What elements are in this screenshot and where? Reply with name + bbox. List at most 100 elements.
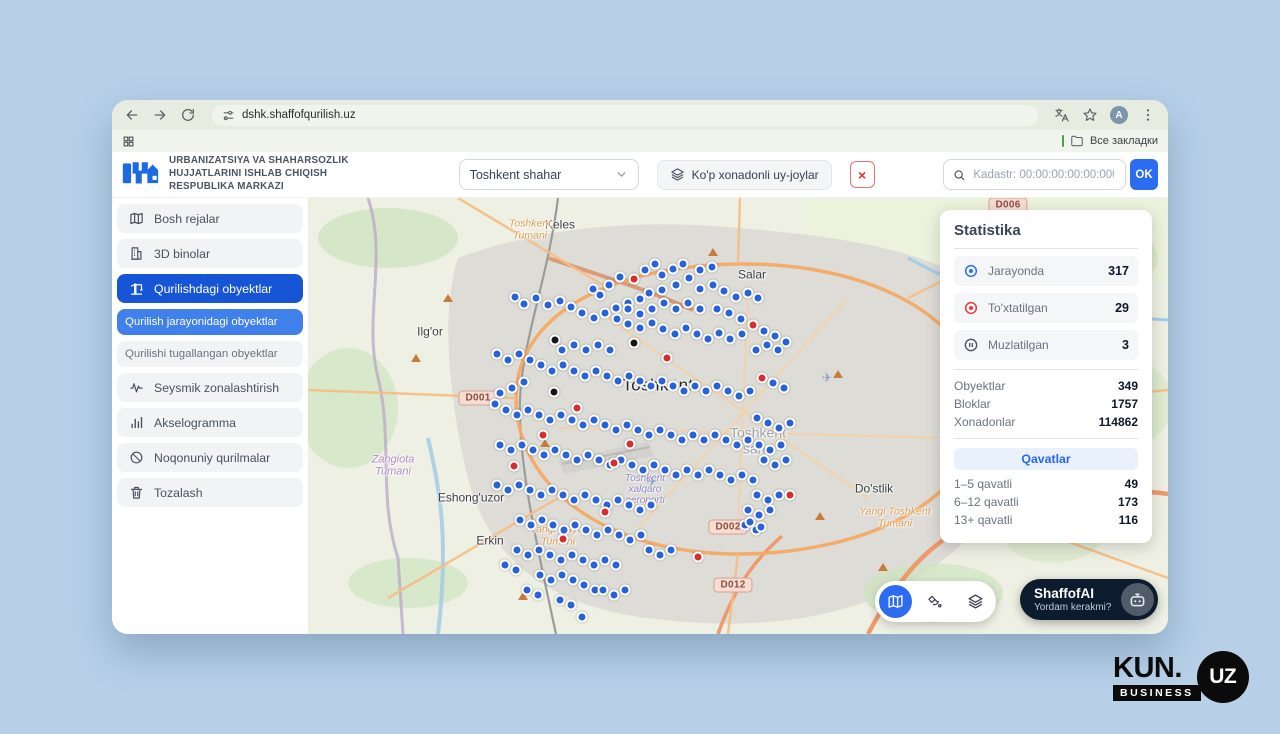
marker-in-progress[interactable] [721, 435, 732, 446]
marker-in-progress[interactable] [581, 345, 592, 356]
marker-in-progress[interactable] [517, 440, 528, 451]
sidebar-item[interactable]: 3D binolar [117, 239, 303, 268]
marker-in-progress[interactable] [745, 386, 756, 397]
marker-in-progress[interactable] [710, 430, 721, 441]
marker-in-progress[interactable] [688, 430, 699, 441]
marker-in-progress[interactable] [611, 303, 622, 314]
marker-in-progress[interactable] [635, 309, 646, 320]
marker-in-progress[interactable] [681, 323, 692, 334]
marker-in-progress[interactable] [579, 580, 590, 591]
marker-stopped[interactable] [509, 461, 520, 472]
stat-row[interactable]: Jarayonda317 [954, 256, 1138, 286]
marker-in-progress[interactable] [604, 280, 615, 291]
marker-in-progress[interactable] [535, 570, 546, 581]
marker-in-progress[interactable] [558, 490, 569, 501]
marker-in-progress[interactable] [774, 423, 785, 434]
marker-in-progress[interactable] [785, 418, 796, 429]
marker-in-progress[interactable] [699, 435, 710, 446]
marker-in-progress[interactable] [731, 292, 742, 303]
marker-in-progress[interactable] [635, 505, 646, 516]
marker-in-progress[interactable] [547, 366, 558, 377]
marker-in-progress[interactable] [592, 530, 603, 541]
marker-in-progress[interactable] [646, 500, 657, 511]
marker-in-progress[interactable] [534, 410, 545, 421]
marker-in-progress[interactable] [752, 490, 763, 501]
marker-frozen[interactable] [629, 338, 640, 349]
map-canvas[interactable]: KelesUlug'bekQibraySalarIlg'orToshkentTo… [308, 198, 1168, 634]
marker-in-progress[interactable] [743, 435, 754, 446]
marker-in-progress[interactable] [539, 450, 550, 461]
marker-in-progress[interactable] [507, 383, 518, 394]
sidebar-item[interactable]: Bosh rejalar [117, 204, 303, 233]
marker-in-progress[interactable] [714, 328, 725, 339]
marker-in-progress[interactable] [683, 298, 694, 309]
marker-in-progress[interactable] [545, 550, 556, 561]
marker-in-progress[interactable] [600, 420, 611, 431]
layers-button[interactable] [959, 585, 992, 618]
marker-in-progress[interactable] [589, 415, 600, 426]
marker-in-progress[interactable] [759, 455, 770, 466]
marker-in-progress[interactable] [695, 284, 706, 295]
marker-in-progress[interactable] [555, 296, 566, 307]
marker-in-progress[interactable] [776, 440, 787, 451]
marker-stopped[interactable] [662, 353, 673, 364]
marker-in-progress[interactable] [543, 300, 554, 311]
marker-in-progress[interactable] [611, 425, 622, 436]
marker-in-progress[interactable] [752, 413, 763, 424]
marker-in-progress[interactable] [503, 485, 514, 496]
marker-in-progress[interactable] [492, 349, 503, 360]
stat-row[interactable]: To'xtatilgan29 [954, 293, 1138, 323]
marker-in-progress[interactable] [519, 299, 530, 310]
marker-in-progress[interactable] [682, 465, 693, 476]
marker-in-progress[interactable] [671, 470, 682, 481]
marker-in-progress[interactable] [519, 377, 530, 388]
marker-in-progress[interactable] [611, 560, 622, 571]
marker-in-progress[interactable] [692, 329, 703, 340]
marker-in-progress[interactable] [703, 334, 714, 345]
marker-in-progress[interactable] [737, 329, 748, 340]
marker-stopped[interactable] [693, 552, 704, 563]
marker-stopped[interactable] [558, 534, 569, 545]
marker-in-progress[interactable] [725, 334, 736, 345]
marker-in-progress[interactable] [581, 525, 592, 536]
marker-in-progress[interactable] [523, 405, 534, 416]
marker-in-progress[interactable] [545, 415, 556, 426]
marker-in-progress[interactable] [503, 355, 514, 366]
marker-in-progress[interactable] [615, 272, 626, 283]
marker-in-progress[interactable] [550, 445, 561, 456]
marker-in-progress[interactable] [748, 475, 759, 486]
marker-in-progress[interactable] [636, 530, 647, 541]
marker-in-progress[interactable] [732, 440, 743, 451]
marker-in-progress[interactable] [602, 371, 613, 382]
marker-in-progress[interactable] [736, 314, 747, 325]
marker-in-progress[interactable] [536, 490, 547, 501]
sidebar-item[interactable]: Qurilish jarayonidagi obyektlar [117, 309, 303, 335]
marker-in-progress[interactable] [666, 430, 677, 441]
marker-in-progress[interactable] [754, 510, 765, 521]
marker-in-progress[interactable] [595, 290, 606, 301]
marker-in-progress[interactable] [627, 460, 638, 471]
marker-in-progress[interactable] [492, 480, 503, 491]
marker-in-progress[interactable] [537, 515, 548, 526]
marker-in-progress[interactable] [770, 331, 781, 342]
marker-in-progress[interactable] [600, 555, 611, 566]
marker-in-progress[interactable] [589, 560, 600, 571]
marker-in-progress[interactable] [638, 465, 649, 476]
marker-in-progress[interactable] [578, 555, 589, 566]
marker-in-progress[interactable] [613, 495, 624, 506]
marker-in-progress[interactable] [633, 425, 644, 436]
clear-filter-button[interactable]: × [850, 161, 875, 188]
marker-in-progress[interactable] [514, 349, 525, 360]
marker-in-progress[interactable] [570, 520, 581, 531]
marker-in-progress[interactable] [490, 399, 501, 410]
translate-icon[interactable] [1054, 107, 1070, 123]
marker-in-progress[interactable] [594, 455, 605, 466]
marker-in-progress[interactable] [558, 360, 569, 371]
reload-icon[interactable] [180, 107, 196, 123]
back-icon[interactable] [124, 107, 140, 123]
marker-in-progress[interactable] [569, 495, 580, 506]
marker-in-progress[interactable] [701, 386, 712, 397]
marker-in-progress[interactable] [557, 345, 568, 356]
marker-stopped[interactable] [600, 507, 611, 518]
site-settings-icon[interactable] [222, 109, 235, 122]
